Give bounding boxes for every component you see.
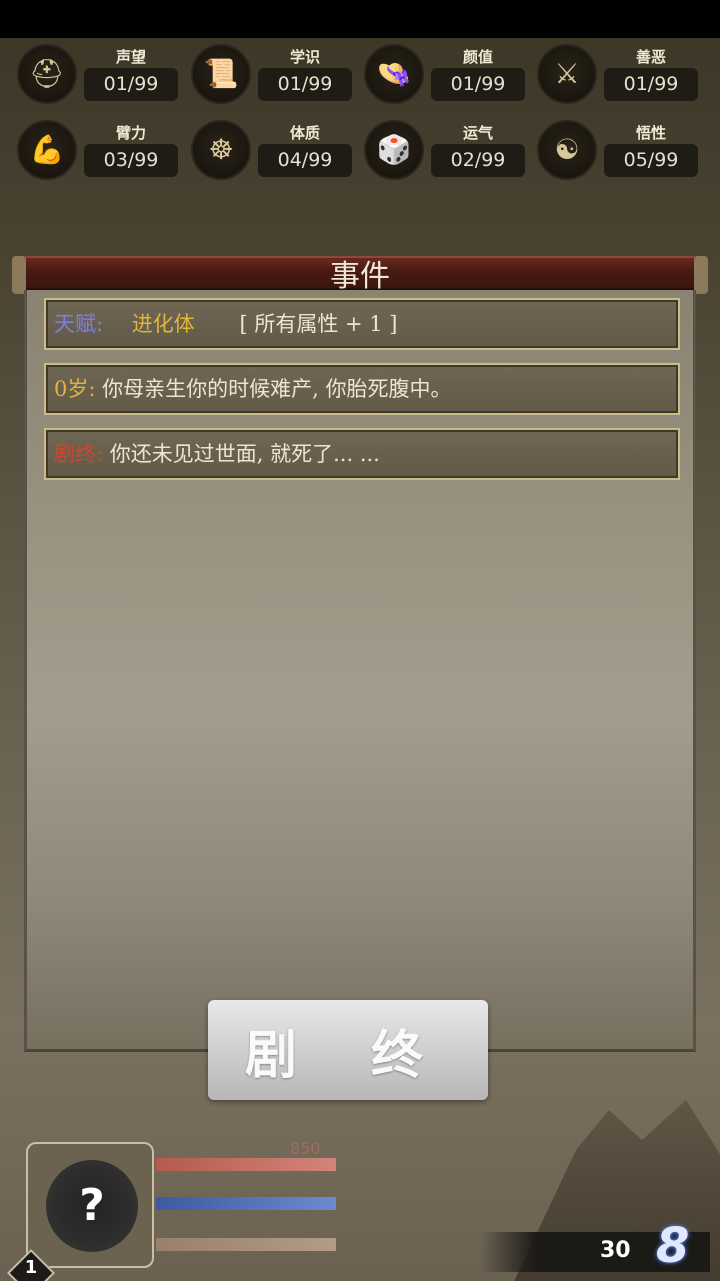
helmet-icon: ⛑ <box>17 44 77 104</box>
mp-bar <box>156 1197 336 1210</box>
event-label: 剧终: <box>54 442 104 466</box>
event-label: 天赋: <box>54 312 104 336</box>
scroll-icon: 📜 <box>191 44 251 104</box>
stat-strength[interactable]: 💪 臂力 03/99 <box>0 114 180 184</box>
event-panel: 天赋: 进化体 [ 所有属性 + 1 ] 0岁: 你母亲生你的时候难产, 你胎死… <box>24 290 696 1052</box>
stat-value: 01/99 <box>84 68 178 101</box>
arm-icon: 💪 <box>17 120 77 180</box>
exp-bar <box>156 1238 336 1251</box>
event-item-ending: 剧终: 你还未见过世面, 就死了... ... <box>44 428 680 480</box>
stat-fame[interactable]: ⛑ 声望 01/99 <box>0 38 180 108</box>
stats-panel: ⛑ 声望 01/99 📜 学识 01/99 👒 颜值 01/99 ⚔ 善恶 01… <box>0 38 720 198</box>
stat-name: 善恶 <box>635 48 666 66</box>
stat-name: 运气 <box>462 124 493 142</box>
stat-knowledge[interactable]: 📜 学识 01/99 <box>174 38 354 108</box>
stat-name: 学识 <box>289 48 320 66</box>
stat-luck[interactable]: 🎲 运气 02/99 <box>347 114 527 184</box>
avatar-frame[interactable]: ? <box>26 1142 154 1268</box>
stat-name: 声望 <box>115 48 146 66</box>
event-item-talent: 天赋: 进化体 [ 所有属性 + 1 ] <box>44 298 680 350</box>
status-bar <box>0 0 720 38</box>
event-scroll-rod: 事件 <box>12 256 708 294</box>
dice-icon: 🎲 <box>364 120 424 180</box>
stat-name: 臂力 <box>115 124 146 142</box>
currency-amount: 30 <box>600 1238 631 1263</box>
talent-name: 进化体 <box>131 312 195 336</box>
stat-value: 01/99 <box>604 68 698 101</box>
stat-value: 01/99 <box>431 68 525 101</box>
talent-detail: [ 所有属性 + 1 ] <box>239 312 398 336</box>
stat-name: 悟性 <box>635 124 666 142</box>
meditation-icon: ☸ <box>191 120 251 180</box>
level-number: 1 <box>24 1257 38 1278</box>
stat-value: 04/99 <box>258 144 352 177</box>
stat-value: 02/99 <box>431 144 525 177</box>
stat-value: 01/99 <box>258 68 352 101</box>
stat-value: 05/99 <box>604 144 698 177</box>
currency-icon[interactable]: 8 <box>656 1222 702 1270</box>
stat-morality[interactable]: ⚔ 善恶 01/99 <box>520 38 700 108</box>
event-item-age-0: 0岁: 你母亲生你的时候难产, 你胎死腹中。 <box>44 363 680 415</box>
stat-constitution[interactable]: ☸ 体质 04/99 <box>174 114 354 184</box>
end-button[interactable]: 剧 终 <box>208 1000 488 1100</box>
event-text: 你母亲生你的时候难产, 你胎死腹中。 <box>102 377 452 401</box>
head-icon: ☯ <box>537 120 597 180</box>
stat-looks[interactable]: 👒 颜值 01/99 <box>347 38 527 108</box>
event-label: 0岁: <box>54 377 96 401</box>
hp-value: 850 <box>290 1139 321 1158</box>
crossed-swords-icon: ⚔ <box>537 44 597 104</box>
event-text: 你还未见过世面, 就死了... ... <box>109 442 380 466</box>
hp-bar <box>156 1158 336 1171</box>
stat-comprehension[interactable]: ☯ 悟性 05/99 <box>520 114 700 184</box>
avatar: ? <box>46 1160 138 1252</box>
stat-name: 体质 <box>289 124 320 142</box>
hat-icon: 👒 <box>364 44 424 104</box>
stat-name: 颜值 <box>462 48 493 66</box>
stat-value: 03/99 <box>84 144 178 177</box>
